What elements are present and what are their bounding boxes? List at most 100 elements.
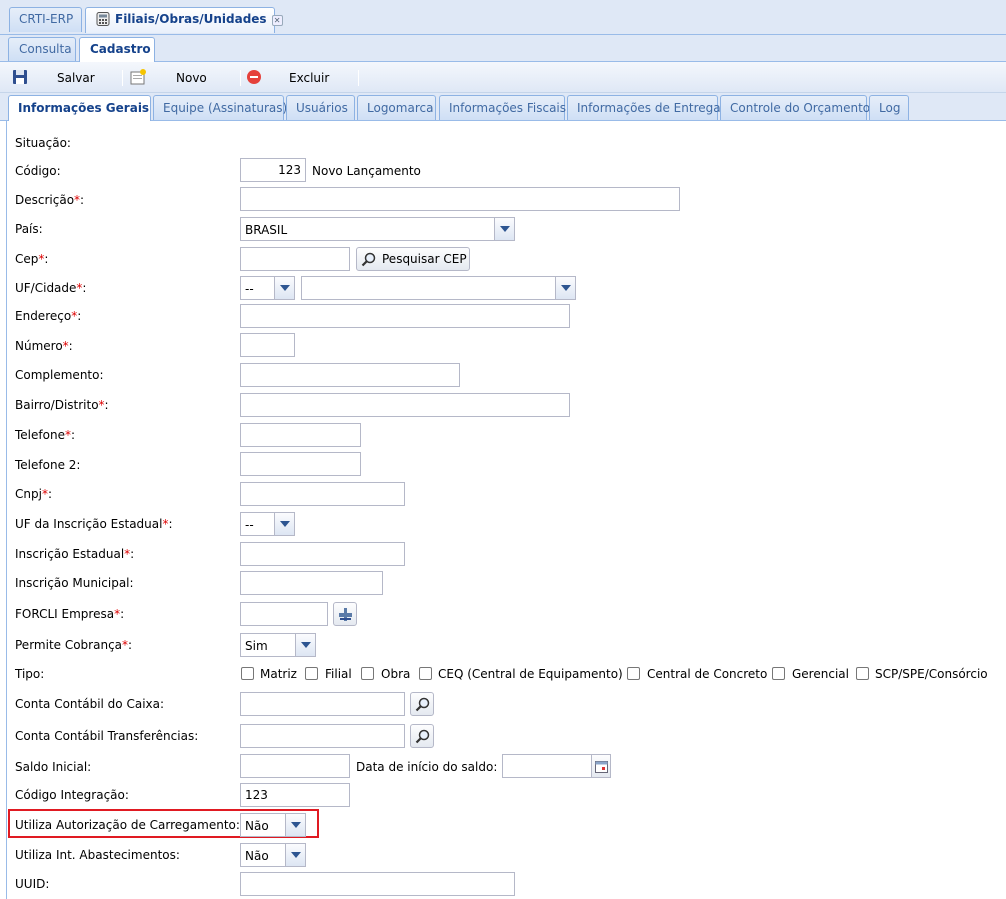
tab-equipe[interactable]: Equipe (Assinaturas)	[153, 95, 287, 120]
magnifier-icon	[415, 697, 430, 712]
tipo-option-label: CEQ (Central de Equipamento)	[438, 667, 623, 681]
uuid-input[interactable]	[240, 872, 515, 896]
complemento-input[interactable]	[240, 363, 460, 387]
conta-caixa-search-button[interactable]	[410, 692, 434, 716]
tab-controle-orcamento[interactable]: Controle do Orçamento	[720, 95, 870, 120]
codigo-label: Código:	[15, 164, 61, 178]
telefone-input[interactable]	[240, 423, 361, 447]
cnpj-text: Cnpj	[15, 487, 42, 501]
tab-informacoes-entrega[interactable]: Informações de Entrega	[567, 95, 721, 120]
pesquisar-cep-button[interactable]: Pesquisar CEP	[356, 247, 470, 271]
colon: :	[168, 517, 173, 531]
uf-ie-label: UF da Inscrição Estadual*:	[15, 517, 173, 531]
tipo-checkbox-filial[interactable]	[305, 667, 318, 680]
colon: :	[80, 193, 85, 207]
chevron-down-icon[interactable]	[285, 814, 305, 836]
endereco-input[interactable]	[240, 304, 570, 328]
im-label: Inscrição Municipal:	[15, 576, 134, 590]
new-label: Novo	[176, 71, 207, 85]
cobranca-text: Permite Cobrança	[15, 638, 123, 652]
magnifier-icon	[415, 729, 430, 744]
autorizacao-select[interactable]: Não	[240, 813, 306, 837]
window-tab-crti-erp[interactable]: CRTI-ERP	[9, 7, 82, 32]
save-button[interactable]: Salvar	[10, 68, 110, 88]
colon: :	[82, 281, 87, 295]
pesquisar-cep-label: Pesquisar CEP	[382, 252, 467, 266]
chevron-down-icon[interactable]	[274, 277, 294, 299]
telefone2-input[interactable]	[240, 452, 361, 476]
calculator-icon	[95, 12, 111, 26]
conta-caixa-input[interactable]	[240, 692, 405, 716]
tipo-checkbox-matriz[interactable]	[241, 667, 254, 680]
tab-cadastro[interactable]: Cadastro	[79, 37, 155, 62]
cobranca-select[interactable]: Sim	[240, 633, 316, 657]
forcli-lookup-button[interactable]	[333, 602, 357, 626]
window-tab-filiais[interactable]: Filiais/Obras/Unidades ✕	[85, 7, 283, 33]
pais-select[interactable]: BRASIL	[240, 217, 515, 241]
tab-label: Informações Fiscais	[449, 101, 567, 115]
uf-ie-value: --	[245, 518, 254, 532]
window-tab-bar: CRTI-ERP Filiais/Obras/Unidades ✕	[0, 0, 1006, 35]
tipo-checkbox-gerencial[interactable]	[772, 667, 785, 680]
toolbar-separator	[122, 70, 123, 86]
endereco-text: Endereço	[15, 309, 72, 323]
chevron-down-icon[interactable]	[295, 634, 315, 656]
chevron-down-icon[interactable]	[494, 218, 514, 240]
descricao-input[interactable]	[240, 187, 680, 211]
tab-log[interactable]: Log	[869, 95, 909, 120]
situacao-label: Situação:	[15, 136, 71, 150]
sub-tab-bar: Consulta Cadastro	[0, 35, 1006, 62]
tab-label: Logomarca	[367, 101, 434, 115]
tab-usuarios[interactable]: Usuários	[286, 95, 355, 120]
calendar-button[interactable]	[591, 754, 611, 778]
data-saldo-input[interactable]	[502, 754, 592, 778]
uf-value: --	[245, 282, 254, 296]
chevron-down-icon[interactable]	[285, 844, 305, 866]
numero-text: Número	[15, 339, 63, 353]
tipo-checkbox-obra[interactable]	[361, 667, 374, 680]
colon: :	[44, 252, 49, 266]
tipo-checkbox-central-concreto[interactable]	[627, 667, 640, 680]
data-saldo-label: Data de início do saldo:	[356, 760, 498, 774]
calendar-icon	[595, 761, 608, 773]
numero-input[interactable]	[240, 333, 295, 357]
delete-icon	[246, 69, 262, 85]
cidade-select[interactable]	[301, 276, 576, 300]
autorizacao-label: Utiliza Autorização de Carregamento:	[15, 818, 240, 832]
colon: :	[120, 607, 125, 621]
tab-informacoes-gerais[interactable]: Informações Gerais	[8, 95, 151, 122]
chevron-down-icon[interactable]	[274, 513, 294, 535]
codigo-integracao-input[interactable]	[240, 783, 350, 807]
uf-cidade-label: UF/Cidade*:	[15, 281, 86, 295]
ie-input[interactable]	[240, 542, 405, 566]
tipo-checkbox-scp[interactable]	[856, 667, 869, 680]
delete-label: Excluir	[289, 71, 330, 85]
chevron-down-icon[interactable]	[555, 277, 575, 299]
im-input[interactable]	[240, 571, 383, 595]
abastecimentos-select[interactable]: Não	[240, 843, 306, 867]
cnpj-input[interactable]	[240, 482, 405, 506]
abastecimentos-value: Não	[245, 849, 269, 863]
tab-informacoes-fiscais[interactable]: Informações Fiscais	[439, 95, 567, 120]
toolbar-separator	[240, 70, 241, 86]
delete-button[interactable]: Excluir	[245, 68, 345, 88]
colon: :	[77, 309, 82, 323]
cep-input[interactable]	[240, 247, 350, 271]
uf-select[interactable]: --	[240, 276, 295, 300]
tab-logomarca[interactable]: Logomarca	[357, 95, 436, 120]
conta-transf-input[interactable]	[240, 724, 405, 748]
tab-consulta[interactable]: Consulta	[8, 37, 76, 61]
close-icon[interactable]: ✕	[271, 15, 283, 26]
saldo-input[interactable]	[240, 754, 350, 778]
codigo-input[interactable]	[240, 158, 306, 182]
forcli-input[interactable]	[240, 602, 328, 626]
tab-label: Usuários	[296, 101, 348, 115]
uf-ie-select[interactable]: --	[240, 512, 295, 536]
telefone2-label: Telefone 2:	[15, 458, 81, 472]
conta-transf-search-button[interactable]	[410, 724, 434, 748]
tipo-checkbox-ceq[interactable]	[419, 667, 432, 680]
new-button[interactable]: Novo	[128, 68, 228, 88]
conta-caixa-label: Conta Contábil do Caixa:	[15, 697, 165, 711]
bairro-input[interactable]	[240, 393, 570, 417]
descricao-label: Descrição*:	[15, 193, 84, 207]
